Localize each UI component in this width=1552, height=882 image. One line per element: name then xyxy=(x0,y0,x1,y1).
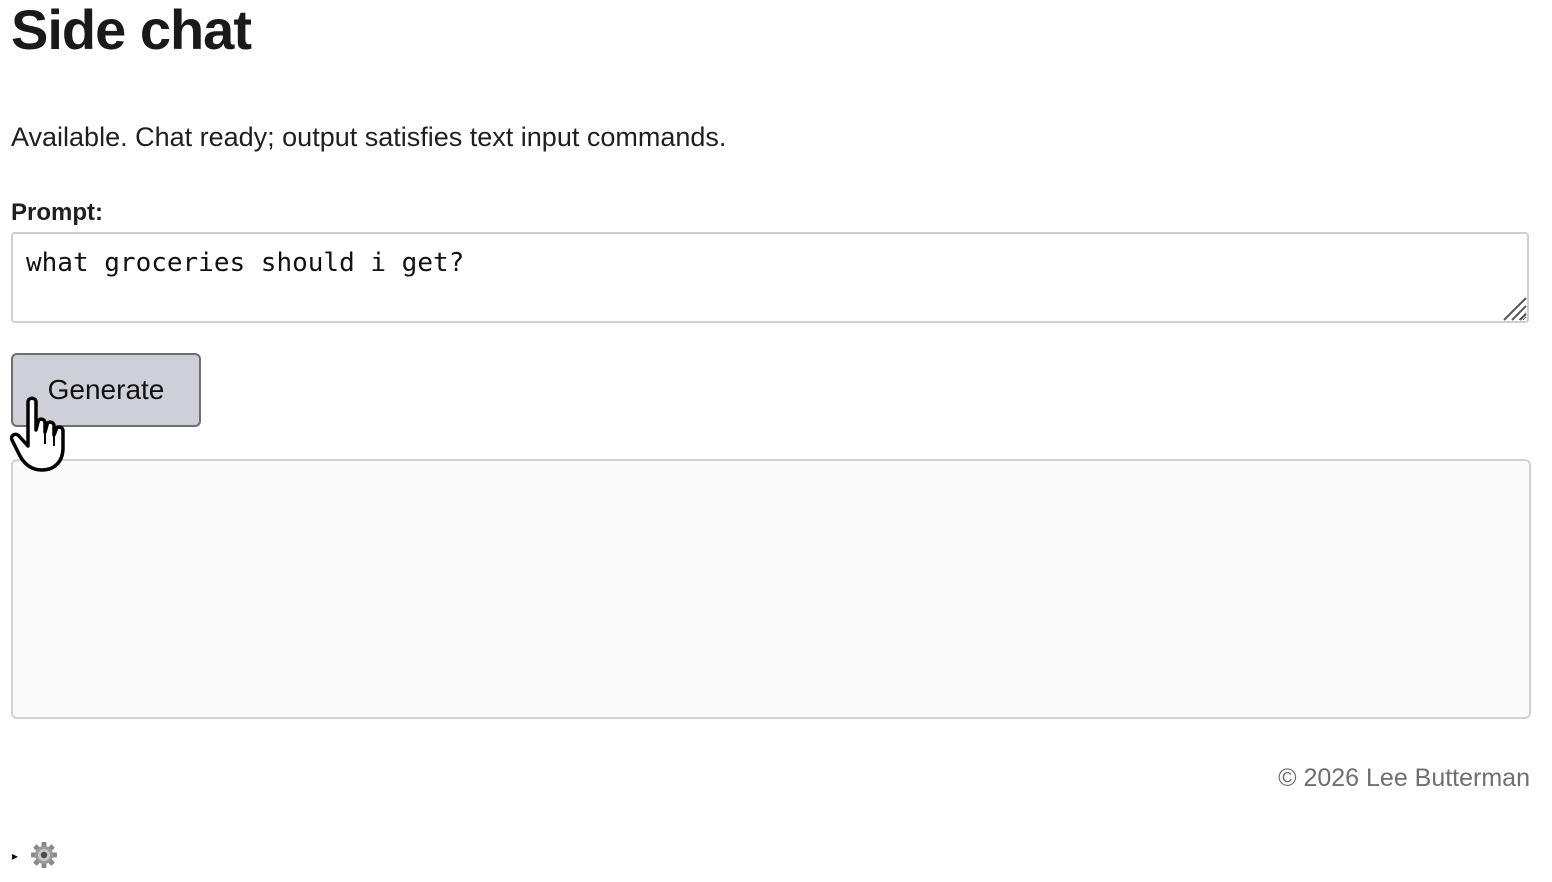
page: Side chat Available. Chat ready; output … xyxy=(0,0,1552,882)
gear-icon[interactable] xyxy=(30,841,58,869)
prompt-label: Prompt: xyxy=(11,199,103,226)
prompt-input[interactable]: what groceries should i get? xyxy=(11,232,1529,323)
copyright-text: © 2026 Lee Butterman xyxy=(1278,764,1530,792)
page-title: Side chat xyxy=(11,0,252,61)
generate-button[interactable]: Generate xyxy=(11,353,201,427)
output-panel xyxy=(11,459,1531,719)
resize-grip-icon[interactable] xyxy=(1500,294,1528,322)
status-text: Available. Chat ready; output satisfies … xyxy=(11,122,727,152)
disclosure-triangle-icon[interactable]: ▸ xyxy=(12,849,18,863)
